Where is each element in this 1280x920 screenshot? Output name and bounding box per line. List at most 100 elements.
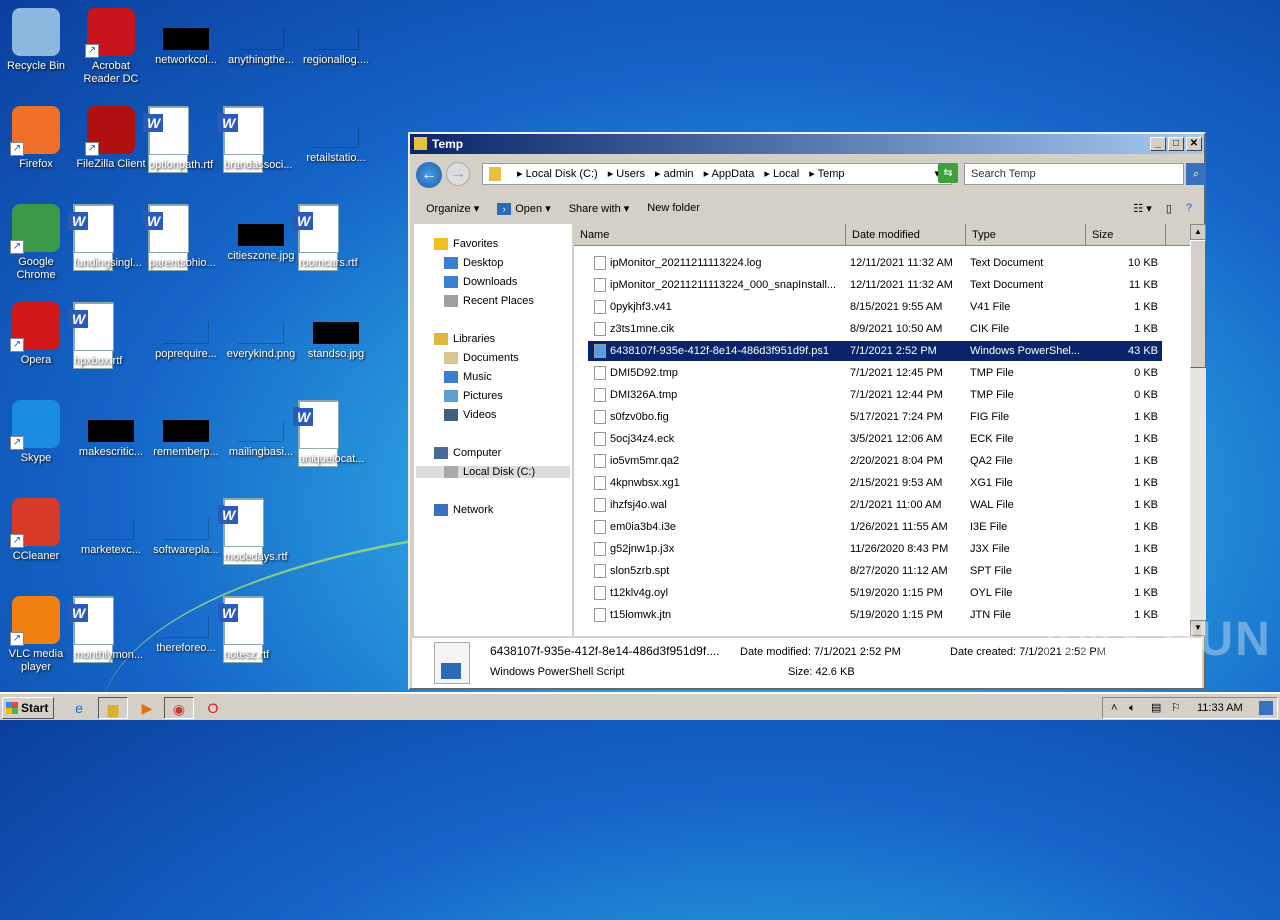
file-row[interactable]: 0pykjhf3.v41 8/15/2021 9:55 AM V41 File 1 K…	[588, 297, 1162, 317]
nav-item[interactable]: Libraries	[434, 333, 495, 346]
column-header-type[interactable]: Type	[966, 224, 1086, 246]
desktop-icon[interactable]: networkcol...	[148, 8, 224, 67]
share-with-button[interactable]: Share with ▾	[569, 202, 630, 215]
view-options-icon[interactable]: ☷ ▾	[1133, 202, 1151, 215]
file-row[interactable]: DMI326A.tmp 7/1/2021 12:44 PM TMP File 0 KB	[588, 385, 1162, 405]
desktop-icon[interactable]: marketexc...	[73, 498, 149, 557]
maximize-button[interactable]: □	[1168, 137, 1184, 151]
desktop-icon[interactable]: brandassoci...	[218, 106, 292, 173]
desktop-icon[interactable]: uniquelocat...	[293, 400, 364, 467]
start-button[interactable]: Start	[2, 697, 54, 719]
scroll-up-arrow[interactable]: ▲	[1190, 224, 1206, 240]
explorer-taskbar-icon[interactable]: ▆	[98, 697, 128, 719]
file-row[interactable]: 5ocj34z4.eck 3/5/2021 12:06 AM ECK File 1 K…	[588, 429, 1162, 449]
file-row[interactable]: io5vm5mr.qa2 2/20/2021 8:04 PM QA2 File 1 K…	[588, 451, 1162, 471]
desktop-icon[interactable]: everykind.png	[223, 302, 299, 361]
address-bar[interactable]: ▸ Local Disk (C:) ▸ Users ▸ admin ▸ AppData…	[482, 163, 952, 185]
nav-item[interactable]: Local Disk (C:)	[416, 466, 570, 479]
nav-item[interactable]: Documents	[444, 352, 519, 365]
nav-item[interactable]: Computer	[434, 447, 501, 460]
breadcrumb-item[interactable]: ▸ Local	[764, 168, 804, 180]
desktop-icon[interactable]: optionpath.rtf	[143, 106, 213, 173]
desktop-icon[interactable]: ↗ FileZilla Client	[73, 106, 149, 171]
nav-item[interactable]: Music	[444, 371, 492, 384]
action-center-flag-icon[interactable]: ⚐	[1171, 698, 1181, 718]
desktop-icon[interactable]: retailstatio...	[298, 106, 374, 165]
file-row[interactable]: ipMonitor_20211211113224.log 12/11/2021 1…	[588, 253, 1162, 273]
media-player-icon[interactable]: ▶	[132, 697, 162, 719]
file-row[interactable]: 6438107f-935e-412f-8e14-486d3f951d9f.ps1…	[588, 341, 1162, 361]
desktop-icon[interactable]: mailingbasi...	[223, 400, 299, 459]
desktop-icon[interactable]: poprequire...	[148, 302, 224, 361]
show-desktop-icon[interactable]	[1259, 701, 1273, 715]
clock[interactable]: 11:33 AM	[1197, 698, 1243, 718]
refresh-button[interactable]: ⇆	[938, 163, 958, 183]
title-bar[interactable]: Temp _ □ ✕	[410, 134, 1204, 154]
volume-icon[interactable]: 🔈︎	[1129, 698, 1136, 718]
column-header-name[interactable]: Name	[574, 224, 846, 246]
nav-item[interactable]: Pictures	[444, 390, 503, 403]
minimize-button[interactable]: _	[1150, 137, 1166, 151]
search-input[interactable]: Search Temp	[964, 163, 1184, 185]
desktop-icon[interactable]: ↗ Skype	[0, 400, 74, 465]
file-row[interactable]: DMI5D92.tmp 7/1/2021 12:45 PM TMP File 0 KB	[588, 363, 1162, 383]
internet-explorer-icon[interactable]: e	[64, 697, 94, 719]
breadcrumb-item[interactable]: ▸ Users	[608, 168, 650, 180]
desktop-icon[interactable]: softwarepla...	[148, 498, 224, 557]
search-button[interactable]: ⌕	[1186, 163, 1206, 185]
new-folder-button[interactable]: New folder	[647, 202, 700, 214]
breadcrumb-item[interactable]: ▸ AppData	[704, 168, 760, 180]
organize-button[interactable]: Organize ▾	[426, 202, 479, 215]
nav-item[interactable]: Videos	[444, 409, 496, 422]
scroll-thumb[interactable]	[1190, 240, 1206, 368]
breadcrumb-item[interactable]: ▸ admin	[655, 168, 699, 180]
desktop-icon[interactable]: ↗ Google Chrome	[0, 204, 74, 282]
file-row[interactable]: em0ia3b4.i3e 1/26/2021 11:55 AM I3E File 1 …	[588, 517, 1162, 537]
file-row[interactable]: slon5zrb.spt 8/27/2020 11:12 AM SPT File 1 …	[588, 561, 1162, 581]
file-row[interactable]: g52jnw1p.j3x 11/26/2020 8:43 PM J3X File 1 …	[588, 539, 1162, 559]
breadcrumb-item[interactable]: ▸ Temp	[809, 168, 849, 180]
desktop-icon[interactable]: hpxbox.rtf	[68, 302, 122, 369]
nav-item[interactable]: Recent Places	[444, 295, 534, 308]
show-hidden-icons-icon[interactable]: ˄	[1111, 698, 1117, 718]
desktop-icon[interactable]: ↗ CCleaner	[0, 498, 74, 563]
file-row[interactable]: 4kpnwbsx.xg1 2/15/2021 9:53 AM XG1 File 1 K…	[588, 473, 1162, 493]
desktop-icon[interactable]: Recycle Bin	[0, 8, 74, 73]
nav-item[interactable]: Desktop	[444, 257, 503, 270]
desktop-icon[interactable]: ↗ VLC media player	[0, 596, 74, 674]
desktop-icon[interactable]: rememberp...	[148, 400, 224, 459]
desktop-icon[interactable]: modedays.rtf	[218, 498, 288, 565]
file-row[interactable]: t12klv4g.oyl 5/19/2020 1:15 PM OYL File 1 K…	[588, 583, 1162, 603]
desktop-icon[interactable]: ↗ Opera	[0, 302, 74, 367]
nav-item[interactable]: Favorites	[434, 238, 498, 251]
desktop-icon[interactable]: thereforeo...	[148, 596, 224, 655]
desktop-icon[interactable]: citieszone.jpg	[223, 204, 299, 263]
open-button[interactable]: › Open ▾	[497, 202, 551, 215]
back-button[interactable]: ←	[416, 162, 442, 188]
file-row[interactable]: s0fzv0bo.fig 5/17/2021 7:24 PM FIG File 1 K…	[588, 407, 1162, 427]
desktop-icon[interactable]: ↗ Acrobat Reader DC	[73, 8, 149, 86]
desktop-icon[interactable]: regionallog....	[298, 8, 374, 67]
desktop-icon[interactable]: monthlymon...	[68, 596, 143, 663]
desktop-icon[interactable]: fundingsingl...	[68, 204, 142, 271]
forward-button[interactable]: →	[446, 162, 470, 186]
help-icon[interactable]: ?	[1186, 202, 1192, 215]
desktop-icon[interactable]: anythingthe...	[223, 8, 299, 67]
preview-pane-icon[interactable]: ▯	[1166, 202, 1172, 215]
column-header-date-modified[interactable]: Date modified	[846, 224, 966, 246]
network-icon[interactable]: ▤	[1151, 698, 1161, 718]
desktop-icon[interactable]: notesz.rtf	[218, 596, 269, 663]
desktop-icon[interactable]: ↗ Firefox	[0, 106, 74, 171]
opera-taskbar-icon[interactable]: O	[198, 697, 228, 719]
column-header-size[interactable]: Size	[1086, 224, 1166, 246]
file-row[interactable]: ihzfsj4o.wal 2/1/2021 11:00 AM WAL File 1 K…	[588, 495, 1162, 515]
desktop-icon[interactable]: makescritic...	[73, 400, 149, 459]
file-row[interactable]: z3ts1mne.cik 8/9/2021 10:50 AM CIK File 1 K…	[588, 319, 1162, 339]
desktop-icon[interactable]: parentsohio...	[143, 204, 216, 271]
close-button[interactable]: ✕	[1186, 137, 1202, 151]
vertical-scrollbar[interactable]: ▲ ▼	[1190, 224, 1206, 636]
breadcrumb-item[interactable]: ▸ Local Disk (C:)	[517, 168, 603, 180]
chrome-taskbar-icon[interactable]: ◉	[164, 697, 194, 719]
file-row[interactable]: ipMonitor_20211211113224_000_snapInstall…	[588, 275, 1162, 295]
desktop-icon[interactable]: standso.jpg	[298, 302, 374, 361]
